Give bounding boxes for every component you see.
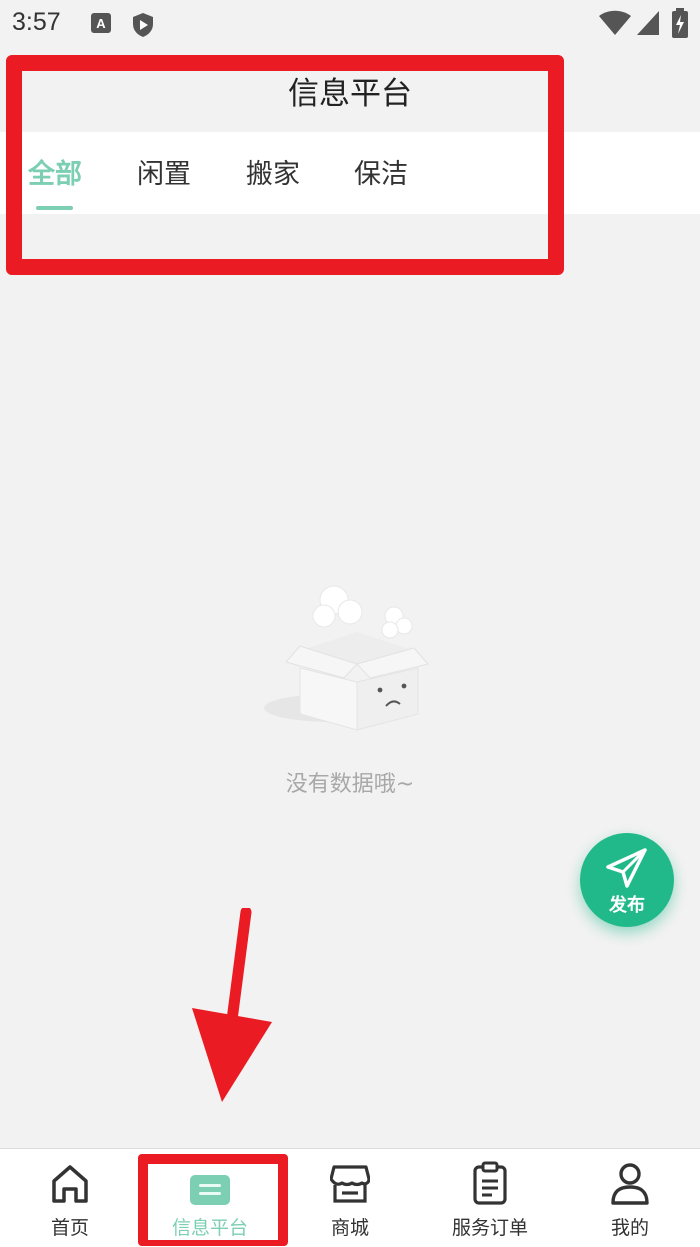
clipboard-icon xyxy=(470,1161,510,1205)
store-icon xyxy=(329,1161,371,1205)
nav-mine-label: 我的 xyxy=(610,1217,649,1239)
publish-fab-button[interactable]: 发布 xyxy=(580,833,674,927)
nav-service-orders-label: 服务订单 xyxy=(451,1217,528,1239)
nav-store[interactable]: 商城 xyxy=(280,1149,420,1247)
nav-service-orders[interactable]: 服务订单 xyxy=(420,1149,560,1247)
wifi-icon xyxy=(598,10,632,40)
status-bar: 3:57 A xyxy=(0,0,700,50)
empty-state-text: 没有数据哦~ xyxy=(285,772,415,797)
empty-box-illustration xyxy=(262,578,438,742)
signal-icon xyxy=(636,10,660,40)
annotation-highlight-header xyxy=(6,55,564,275)
annotation-highlight-nav xyxy=(138,1154,288,1246)
nav-store-label: 商城 xyxy=(330,1217,369,1239)
home-icon xyxy=(50,1161,90,1205)
svg-text:A: A xyxy=(96,16,106,31)
battery-charging-icon xyxy=(672,8,688,42)
nav-home-label: 首页 xyxy=(50,1217,89,1239)
annotation-arrow xyxy=(186,906,276,1108)
status-time: 3:57 xyxy=(12,8,61,36)
nav-home[interactable]: 首页 xyxy=(0,1149,140,1247)
text-format-icon: A xyxy=(90,12,112,38)
shield-play-icon xyxy=(132,12,154,42)
bottom-nav: 首页 信息平台 商城 服务订单 我的 xyxy=(0,1148,700,1247)
publish-label: 发布 xyxy=(609,895,645,916)
user-icon xyxy=(610,1161,650,1205)
nav-mine[interactable]: 我的 xyxy=(560,1149,700,1247)
